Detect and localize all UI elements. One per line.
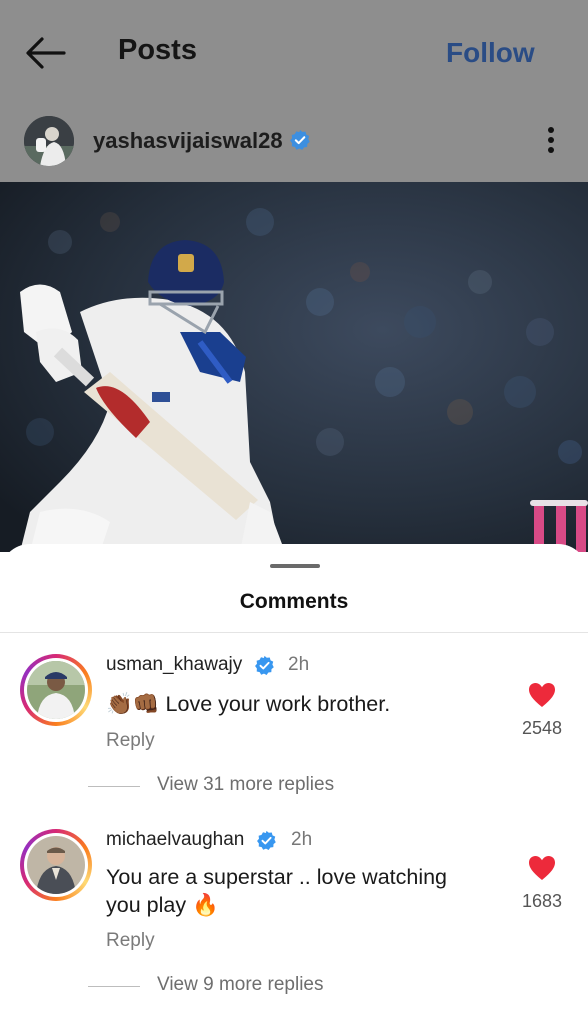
comment-emoji: 👏🏾👊🏾 [106, 692, 160, 716]
replies-line [88, 786, 140, 787]
comments-sheet: Comments usman_khawajy 2h 👏🏾👊🏾 Love your… [0, 544, 588, 1023]
comment-time: 2h [288, 654, 310, 675]
comment-body: Love your work brother. [165, 692, 391, 716]
post-author-row: yashasvijaiswal28 [0, 112, 588, 170]
comment-text: 👏🏾👊🏾 Love your work brother. [106, 690, 486, 718]
verified-badge-icon [290, 129, 310, 150]
sheet-drag-handle[interactable] [270, 564, 320, 568]
view-replies-label: View 31 more replies [157, 774, 335, 795]
commenter-avatar[interactable] [20, 829, 92, 901]
heart-icon[interactable] [528, 682, 556, 708]
comment-username[interactable]: michaelvaughan [106, 829, 244, 851]
comments-title: Comments [239, 590, 349, 613]
follow-button[interactable]: Follow [446, 37, 535, 69]
comment-username[interactable]: usman_khawajy [106, 654, 242, 676]
post-header: Posts Follow yashasvijaiswal28 [0, 0, 588, 182]
comment-text: You are a superstar .. love watching you… [106, 863, 486, 919]
like-count: 2548 [521, 718, 563, 738]
commenter-avatar[interactable] [20, 654, 92, 726]
like-count: 1683 [521, 891, 563, 911]
post-photo[interactable] [0, 182, 588, 552]
verified-badge-icon [257, 830, 276, 850]
comment-line: you play 🔥 [106, 893, 219, 917]
divider [0, 632, 588, 633]
author-username[interactable]: yashasvijaiswal28 [93, 128, 283, 154]
view-replies-label: View 9 more replies [157, 974, 324, 995]
more-options-icon[interactable] [538, 122, 564, 158]
comment-time: 2h [291, 829, 313, 850]
page-title: Posts [118, 34, 197, 66]
reply-button[interactable]: Reply [106, 730, 155, 752]
reply-button[interactable]: Reply [106, 930, 155, 952]
heart-icon[interactable] [528, 855, 556, 881]
verified-badge-icon [255, 655, 274, 675]
comment-line: You are a superstar .. love watching [106, 865, 448, 889]
author-avatar[interactable] [24, 116, 74, 166]
back-arrow-icon[interactable] [24, 36, 66, 70]
replies-line [88, 986, 140, 987]
